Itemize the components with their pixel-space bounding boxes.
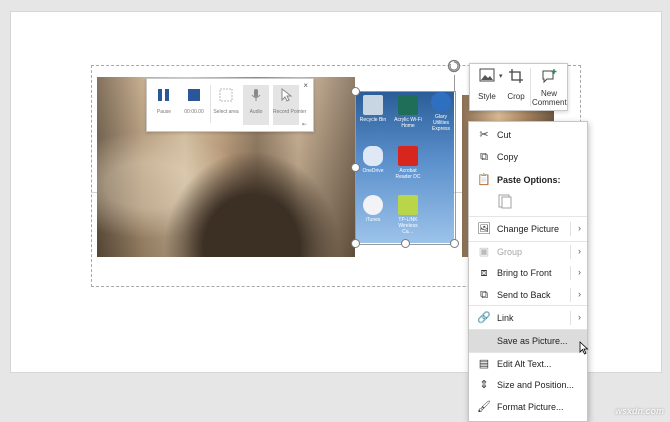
stop-button[interactable]: 00:00.00 <box>181 85 207 115</box>
crop-button[interactable]: Crop <box>505 68 527 101</box>
menu-item-bring-to-front[interactable]: ⧈ Bring to Front › <box>469 262 587 284</box>
menu-item-save-as-picture[interactable]: Save as Picture... <box>469 330 587 352</box>
menu-item-send-to-back[interactable]: ⧉ Send to Back › <box>469 284 587 306</box>
pause-button[interactable]: Pause <box>151 85 177 115</box>
watermark: wsxdn.com <box>614 406 664 416</box>
submenu-divider <box>570 288 571 302</box>
chevron-right-icon: › <box>578 312 581 322</box>
menu-item-edit-alt-text[interactable]: ▤ Edit Alt Text... <box>469 353 587 375</box>
group-icon: ▣ <box>478 246 490 258</box>
menu-item-cut[interactable]: ✂ Cut <box>469 124 587 146</box>
paste-icon: 📋 <box>477 174 491 186</box>
menu-item-label: Cut <box>497 130 512 140</box>
menu-item-label: Format Picture... <box>497 402 564 412</box>
menu-item-label: Paste Options: <box>497 175 561 185</box>
chevron-right-icon: › <box>578 289 581 299</box>
size-position-icon: ⇕ <box>479 379 489 391</box>
menu-item-copy[interactable]: ⧉ Copy <box>469 146 587 168</box>
divider <box>210 85 211 123</box>
divider <box>530 68 531 106</box>
format-picture-icon: 🖌 <box>477 401 491 413</box>
link-icon: 🔗 <box>477 312 491 324</box>
resize-handle-sw[interactable] <box>351 239 360 248</box>
select-area-icon <box>216 85 236 105</box>
pointer-icon <box>276 85 296 105</box>
menu-item-label: Bring to Front <box>497 268 552 278</box>
submenu-divider <box>570 311 571 325</box>
chevron-right-icon: › <box>578 267 581 277</box>
alt-text-icon: ▤ <box>478 358 490 370</box>
submenu-divider <box>570 222 571 236</box>
rotation-stem <box>454 75 455 91</box>
send-to-back-icon: ⧉ <box>480 289 488 301</box>
menu-separator <box>469 216 587 217</box>
record-pointer-button[interactable]: Record Pointer <box>273 85 307 125</box>
menu-item-label: Edit Alt Text... <box>497 359 552 369</box>
close-icon[interactable]: × <box>303 81 308 90</box>
context-menu: ✂ Cut ⧉ Copy 📋 Paste Options: 🖼 Change P… <box>468 121 588 422</box>
pin-icon[interactable]: ⇤ <box>302 121 307 128</box>
record-pointer-label: Record Pointer <box>273 109 307 115</box>
new-comment-icon <box>542 69 557 84</box>
mouse-pointer-icon <box>579 341 589 360</box>
new-comment-button[interactable]: New Comment <box>532 68 567 107</box>
menu-item-label: Send to Back <box>497 290 551 300</box>
resize-handle-s[interactable] <box>401 239 410 248</box>
chevron-right-icon: › <box>578 246 581 256</box>
submenu-divider <box>570 266 571 280</box>
crop-label: Crop <box>507 92 525 101</box>
resize-handle-nw[interactable] <box>351 87 360 96</box>
menu-item-link[interactable]: 🔗 Link › <box>469 307 587 329</box>
pause-label: Pause <box>156 109 172 115</box>
pause-icon <box>154 85 174 105</box>
menu-item-label: Size and Position... <box>497 380 575 390</box>
rotate-handle-icon[interactable] <box>446 58 462 74</box>
bring-to-front-icon: ⧈ <box>480 267 488 279</box>
microphone-icon <box>246 85 266 105</box>
chevron-down-icon[interactable]: ▾ <box>499 72 503 80</box>
new-comment-label-line1: New <box>540 89 557 98</box>
style-label: Style <box>478 92 496 101</box>
screen-recording-toolbar: Pause 00:00.00 Select area Audio Record … <box>146 78 314 132</box>
select-area-label: Select area <box>213 109 239 115</box>
resize-handle-w[interactable] <box>351 163 360 172</box>
submenu-divider <box>570 245 571 259</box>
menu-item-label: Save as Picture... <box>497 336 568 346</box>
style-button[interactable]: Style <box>476 68 498 101</box>
new-comment-label-line2: Comment <box>532 98 567 107</box>
timer-label: 00:00.00 <box>184 109 204 115</box>
scissors-icon: ✂ <box>479 129 489 141</box>
select-area-button[interactable]: Select area <box>213 85 239 115</box>
resize-handle-se[interactable] <box>450 239 459 248</box>
menu-item-label: Change Picture <box>497 224 560 234</box>
change-picture-icon: 🖼 <box>477 223 491 235</box>
audio-button[interactable]: Audio <box>243 85 269 125</box>
paste-keep-format-icon[interactable] <box>497 193 517 213</box>
menu-item-label: Group <box>497 247 523 257</box>
menu-item-change-picture[interactable]: 🖼 Change Picture › <box>469 218 587 240</box>
menu-item-label: Copy <box>497 152 519 162</box>
selection-frame <box>355 91 456 245</box>
crop-icon <box>509 69 523 83</box>
menu-separator <box>469 305 587 306</box>
mini-toolbar: Style ▾ Crop New Comment <box>469 63 568 111</box>
stop-icon <box>184 85 204 105</box>
audio-label: Audio <box>249 109 263 115</box>
menu-item-label: Link <box>497 313 514 323</box>
menu-item-format-picture[interactable]: 🖌 Format Picture... <box>469 396 587 418</box>
menu-item-paste-options: 📋 Paste Options: <box>469 169 587 191</box>
picture-style-icon <box>479 68 495 82</box>
copy-icon: ⧉ <box>480 151 488 163</box>
chevron-right-icon: › <box>578 223 581 233</box>
menu-item-group: ▣ Group › <box>469 241 587 263</box>
menu-item-size-and-position[interactable]: ⇕ Size and Position... <box>469 374 587 396</box>
